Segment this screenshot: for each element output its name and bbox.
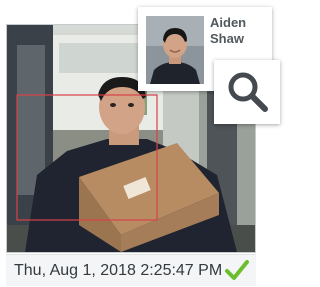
timestamp-bar: Thu, Aug 1, 2018 2:25:47 PM <box>6 254 256 286</box>
search-button[interactable] <box>214 60 280 124</box>
person-name: Aiden Shaw <box>210 15 270 47</box>
check-icon <box>224 258 250 287</box>
person-last-name: Shaw <box>210 31 244 46</box>
person-first-name: Aiden <box>210 15 247 30</box>
timestamp-text: Thu, Aug 1, 2018 2:25:47 PM <box>14 261 223 279</box>
avatar <box>146 16 204 84</box>
search-icon <box>225 69 271 120</box>
